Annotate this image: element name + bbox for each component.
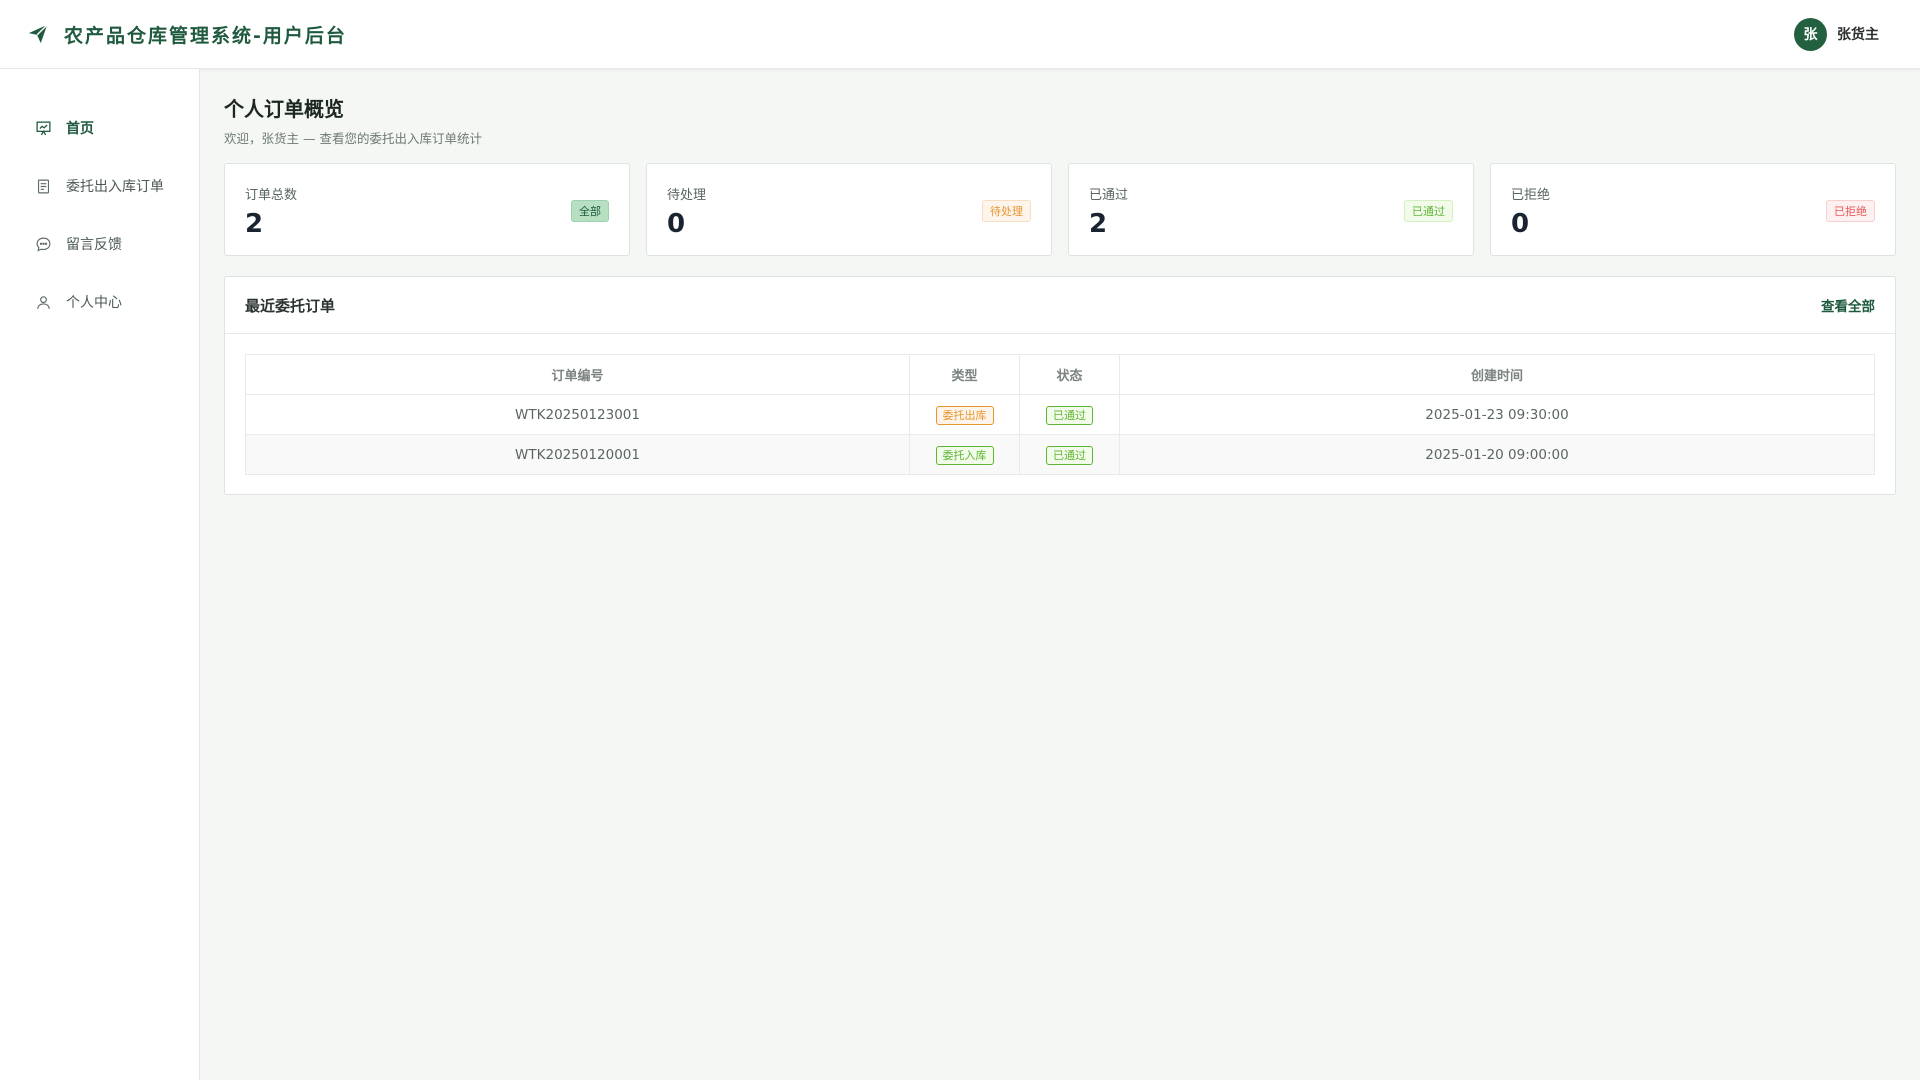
sidebar-item-label: 首页 bbox=[66, 121, 94, 137]
stat-card-approved: 已通过 2 已通过 bbox=[1068, 163, 1474, 256]
created-time-cell: 2025-01-23 09:30:00 bbox=[1119, 394, 1875, 435]
type-badge: 委托出库 bbox=[935, 405, 994, 425]
sidebar: 首页 委托出入库订单 留言反馈 个人中心 bbox=[0, 69, 200, 1080]
user-icon bbox=[34, 293, 52, 311]
sidebar-item-profile[interactable]: 个人中心 bbox=[0, 273, 199, 331]
stat-label: 已拒绝 bbox=[1511, 188, 1551, 203]
created-time-cell: 2025-01-20 09:00:00 bbox=[1119, 434, 1875, 475]
main-content: 个人订单概览 欢迎，张货主 — 查看您的委托出入库订单统计 订单总数 2 全部 … bbox=[224, 69, 1896, 495]
status-cell: 已通过 bbox=[1019, 394, 1120, 435]
table-header-row: 订单编号 类型 状态 创建时间 bbox=[245, 354, 1875, 395]
recent-orders-panel: 最近委托订单 查看全部 订单编号 类型 状态 创建时间 WTK202501230… bbox=[224, 276, 1896, 495]
status-cell: 已通过 bbox=[1019, 434, 1120, 475]
order-no-cell: WTK20250123001 bbox=[245, 394, 910, 435]
stat-value: 0 bbox=[1511, 209, 1530, 239]
sidebar-item-label: 个人中心 bbox=[66, 295, 122, 311]
user-name[interactable]: 张货主 bbox=[1837, 24, 1879, 44]
brand[interactable]: 农产品仓库管理系统-用户后台 bbox=[26, 21, 347, 48]
panel-header: 最近委托订单 查看全部 bbox=[225, 277, 1895, 334]
stat-card-total: 订单总数 2 全部 bbox=[224, 163, 630, 256]
type-cell: 委托入库 bbox=[909, 434, 1020, 475]
stat-value: 2 bbox=[1089, 209, 1108, 239]
dashboard-icon bbox=[34, 119, 52, 137]
avatar[interactable]: 张 bbox=[1794, 17, 1827, 51]
stat-value: 2 bbox=[245, 209, 264, 239]
sidebar-item-orders[interactable]: 委托出入库订单 bbox=[0, 157, 199, 215]
column-header-status[interactable]: 状态 bbox=[1019, 354, 1120, 395]
status-badge: 已通过 bbox=[1046, 405, 1093, 425]
column-header-order-no[interactable]: 订单编号 bbox=[245, 354, 910, 395]
type-cell: 委托出库 bbox=[909, 394, 1020, 435]
chat-icon bbox=[34, 235, 52, 253]
stat-label: 订单总数 bbox=[245, 188, 298, 203]
page-subtitle: 欢迎，张货主 — 查看您的委托出入库订单统计 bbox=[224, 131, 482, 146]
status-badge: 已通过 bbox=[1404, 200, 1453, 222]
page-title: 个人订单概览 bbox=[224, 97, 344, 121]
type-badge: 委托入库 bbox=[935, 445, 994, 465]
status-badge: 全部 bbox=[571, 200, 609, 222]
order-no-cell: WTK20250120001 bbox=[245, 434, 910, 475]
status-badge: 已拒绝 bbox=[1826, 200, 1875, 222]
sidebar-item-label: 委托出入库订单 bbox=[66, 179, 164, 195]
status-badge: 待处理 bbox=[982, 200, 1031, 222]
sidebar-item-label: 留言反馈 bbox=[66, 237, 122, 253]
stat-label: 待处理 bbox=[667, 188, 707, 203]
panel-title: 最近委托订单 bbox=[245, 296, 336, 315]
sidebar-item-feedback[interactable]: 留言反馈 bbox=[0, 215, 199, 273]
user-menu[interactable]: 张 张货主 bbox=[1794, 17, 1879, 51]
table-row[interactable]: WTK20250120001 委托入库 已通过 2025-01-20 09:00… bbox=[245, 434, 1875, 475]
stat-value: 0 bbox=[667, 209, 686, 239]
column-header-created[interactable]: 创建时间 bbox=[1119, 354, 1875, 395]
top-header: 农产品仓库管理系统-用户后台 张 张货主 bbox=[0, 0, 1920, 69]
stat-card-pending: 待处理 0 待处理 bbox=[646, 163, 1052, 256]
column-header-type[interactable]: 类型 bbox=[909, 354, 1020, 395]
stat-label: 已通过 bbox=[1089, 188, 1129, 203]
stat-cards: 订单总数 2 全部 待处理 0 待处理 已通过 2 已通过 已拒绝 0 已拒绝 bbox=[224, 163, 1896, 256]
app-title: 农产品仓库管理系统-用户后台 bbox=[64, 24, 347, 47]
sidebar-item-home[interactable]: 首页 bbox=[0, 99, 199, 157]
paper-plane-icon bbox=[26, 22, 50, 46]
stat-card-rejected: 已拒绝 0 已拒绝 bbox=[1490, 163, 1896, 256]
status-badge: 已通过 bbox=[1046, 445, 1093, 465]
document-icon bbox=[34, 177, 52, 195]
view-all-link[interactable]: 查看全部 bbox=[1821, 295, 1875, 315]
table-row[interactable]: WTK20250123001 委托出库 已通过 2025-01-23 09:30… bbox=[245, 394, 1875, 435]
recent-orders-table: 订单编号 类型 状态 创建时间 WTK20250123001 委托出库 已通过 … bbox=[245, 354, 1875, 475]
